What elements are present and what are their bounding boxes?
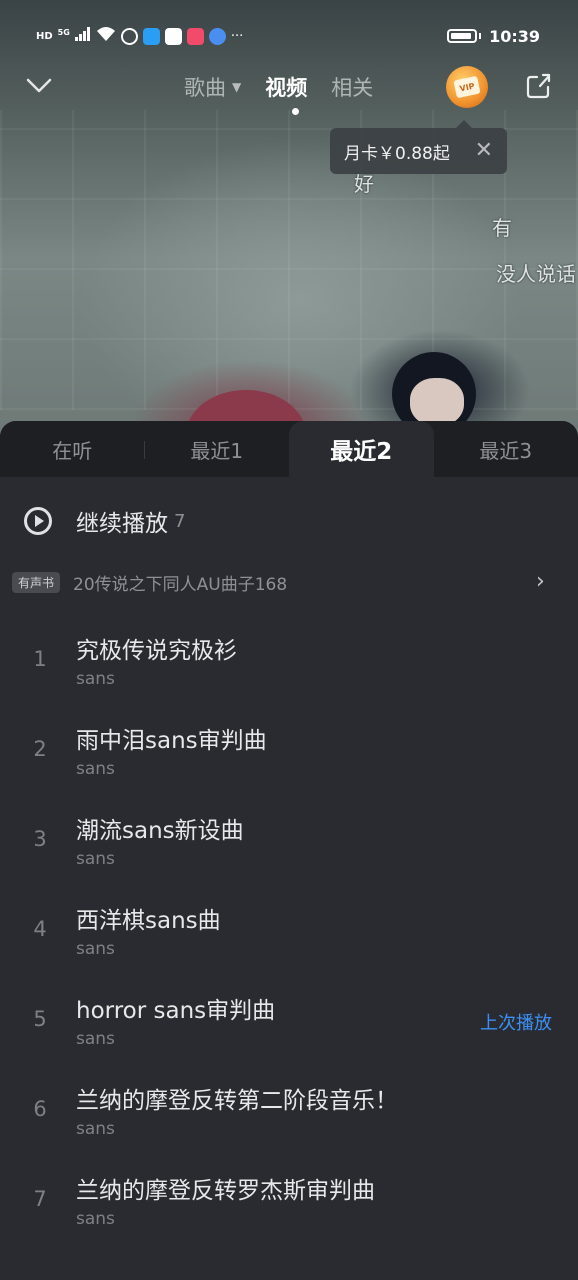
tab-now-playing[interactable]: 在听 (0, 421, 145, 477)
active-tab-indicator (292, 108, 299, 115)
tab-related-label: 相关 (331, 76, 374, 100)
browser-app-icon (208, 27, 226, 45)
track-list: 1 究极传说究极衫 sans 2 雨中泪sans审判曲 sans 3 潮流san… (0, 625, 578, 1255)
tab-video[interactable]: 视频 (265, 72, 307, 102)
track-row[interactable]: 4 西洋棋sans曲 sans (0, 895, 578, 985)
tab-recent-1[interactable]: 最近1 (145, 421, 290, 477)
chevron-down-icon (26, 78, 52, 93)
close-icon[interactable]: ✕ (475, 140, 493, 162)
app-notification-icon (186, 27, 204, 45)
vip-button[interactable]: VIP (446, 66, 488, 108)
track-row[interactable]: 6 兰纳的摩登反转第二阶段音乐！ sans (0, 1075, 578, 1165)
search-app-icon (142, 27, 160, 45)
vip-card-icon: VIP (453, 75, 481, 99)
track-count: 7 (174, 510, 186, 532)
track-title: 西洋棋sans曲 (76, 908, 221, 934)
battery-icon (447, 29, 478, 43)
track-title: 究极传说究极衫 (76, 638, 237, 664)
track-title: 兰纳的摩登反转罗杰斯审判曲 (76, 1178, 375, 1204)
player-top-nav: 歌曲 ▼ 视频 相关 VIP (0, 60, 578, 115)
hd-indicator: HD (36, 30, 53, 42)
vip-promo-tooltip[interactable]: 月卡￥0.88起 ✕ (330, 120, 507, 174)
clock: 10:39 (489, 26, 540, 46)
promo-text: 月卡￥0.88起 (344, 143, 450, 164)
more-notifications-icon: ··· (230, 28, 244, 44)
track-row[interactable]: 3 潮流sans新设曲 sans (0, 805, 578, 895)
tab-related[interactable]: 相关 (331, 72, 373, 102)
track-index: 7 (33, 1187, 47, 1211)
track-artist: sans (76, 939, 115, 959)
danmaku-comment: 有 (492, 216, 512, 240)
track-row[interactable]: 5 horror sans审判曲 sans 上次播放 (0, 985, 578, 1075)
audiobook-badge: 有声书 (12, 571, 61, 593)
album-title: 20传说之下同人AU曲子168 (73, 574, 288, 595)
track-artist: sans (76, 1209, 115, 1229)
status-bar: HD 5G ··· 10:39 (0, 18, 578, 54)
tab-recent-2[interactable]: 最近2 (289, 421, 434, 477)
track-title: 潮流sans新设曲 (76, 818, 244, 844)
track-row[interactable]: 1 究极传说究极衫 sans (0, 625, 578, 715)
danmaku-comment: 没人说话 (496, 262, 576, 286)
tab-songs[interactable]: 歌曲 ▼ (184, 72, 241, 102)
tab-recent-3[interactable]: 最近3 (434, 421, 578, 477)
k-app-icon (120, 27, 138, 45)
last-played-tag: 上次播放 (480, 1013, 552, 1034)
track-row[interactable]: 7 兰纳的摩登反转罗杰斯审判曲 sans (0, 1165, 578, 1255)
continue-playback-label: 继续播放 (76, 511, 168, 537)
track-title: horror sans审判曲 (76, 998, 276, 1024)
share-icon (526, 73, 551, 99)
track-index: 6 (33, 1097, 47, 1121)
track-title: 兰纳的摩登反转第二阶段音乐！ (76, 1088, 398, 1114)
track-artist: sans (76, 849, 115, 869)
play-circle-icon (24, 507, 52, 535)
track-artist: sans (76, 669, 115, 689)
video-figure-face (410, 378, 464, 426)
caret-down-icon: ▼ (232, 80, 242, 94)
track-title: 雨中泪sans审判曲 (76, 728, 267, 754)
tab-songs-label: 歌曲 (184, 76, 226, 100)
playlist-sheet: 在听 最近1 最近2 最近3 继续播放 7 有声书 20传说之下同人AU曲子16… (0, 421, 578, 1280)
track-artist: sans (76, 759, 115, 779)
network-type: 5G (57, 27, 70, 37)
album-row[interactable]: 有声书 20传说之下同人AU曲子168 › (0, 567, 578, 597)
wifi-icon (96, 26, 116, 46)
track-row[interactable]: 2 雨中泪sans审判曲 sans (0, 715, 578, 805)
track-index: 3 (33, 827, 47, 851)
track-artist: sans (76, 1029, 115, 1049)
tab-video-label: 视频 (265, 76, 308, 100)
wechat-icon (164, 27, 182, 45)
battery-tip (479, 33, 482, 39)
share-button[interactable] (522, 70, 554, 102)
collapse-button[interactable] (24, 70, 54, 100)
continue-playback-button[interactable]: 继续播放 7 (0, 499, 578, 543)
chevron-right-icon: › (536, 569, 545, 594)
track-index: 2 (33, 737, 47, 761)
track-index: 1 (33, 647, 47, 671)
track-index: 4 (33, 917, 47, 941)
signal-icon (74, 27, 91, 45)
sheet-tab-bar: 在听 最近1 最近2 最近3 (0, 421, 578, 477)
track-index: 5 (33, 1007, 47, 1031)
track-artist: sans (76, 1119, 115, 1139)
